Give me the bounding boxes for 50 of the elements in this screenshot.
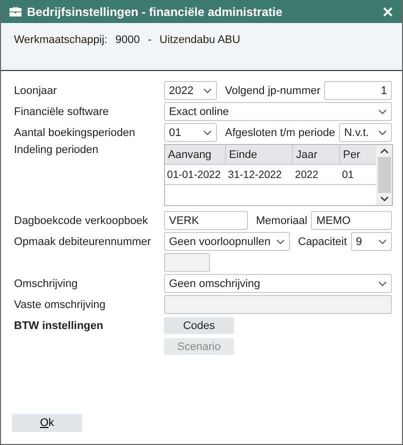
table-cell-text: 2022 <box>294 168 320 182</box>
close-button[interactable]: ✕ <box>382 4 394 20</box>
table-cell-text: 01 <box>341 168 355 182</box>
column-header: Jaar <box>293 145 340 164</box>
year-select[interactable]: 2022 <box>164 81 217 100</box>
format-select[interactable]: Geen voorloopnullen <box>164 232 290 251</box>
field-label: Financiële software <box>14 106 110 118</box>
scrollbar[interactable] <box>376 145 392 205</box>
column-header: Aanvang <box>165 145 226 164</box>
period-select[interactable]: N.v.t. <box>339 123 392 142</box>
input-field[interactable]: VERK <box>164 211 248 230</box>
field-label: Capaciteit <box>297 236 348 248</box>
company-name: Uitzendabu ABU <box>160 34 240 48</box>
section-label: BTW instellingen <box>14 320 104 332</box>
column-header: Per <box>342 148 362 162</box>
field-label: Aantal boekingsperioden <box>14 126 136 138</box>
window-title: Bedrijfsinstellingen - financiële administratie <box>27 4 284 18</box>
table-cell-text: 01-01-2022 <box>166 168 222 182</box>
chevron-down-icon <box>378 238 387 244</box>
company-code: 9000 <box>115 34 140 48</box>
capacity-select[interactable]: 9 <box>350 232 392 251</box>
field-label: Vaste omschrijving <box>14 298 106 310</box>
briefcase-icon <box>9 6 22 17</box>
field-label: Afgesloten t/m periode <box>224 126 336 138</box>
description-select[interactable]: Geen omschrijving <box>164 274 392 293</box>
field-label: Volgend jp-nummer <box>224 84 322 96</box>
chevron-down-icon <box>276 238 285 244</box>
action-button[interactable]: Codes <box>164 317 234 334</box>
field-label: Memoriaal <box>255 214 308 226</box>
ok-button[interactable]: Ok <box>12 414 82 432</box>
chevron-down-icon <box>380 196 388 202</box>
field-label: Dagboekcode verkoopboek <box>14 214 149 226</box>
field-label: Omschrijving <box>14 278 79 290</box>
chevron-down-icon <box>378 130 387 136</box>
periods-select[interactable]: 01 <box>164 123 217 142</box>
input-field[interactable]: MEMO <box>311 211 392 230</box>
chevron-down-icon <box>378 108 387 114</box>
chevron-down-icon <box>203 88 212 94</box>
software-select[interactable]: Exact online <box>164 102 392 121</box>
field-label: Indeling perioden <box>14 144 100 156</box>
separator-text: - <box>148 34 152 48</box>
company-label: Werkmaatschappij: <box>14 34 108 48</box>
chevron-up-icon <box>380 148 388 154</box>
number-field[interactable]: 1 <box>324 81 392 100</box>
chevron-down-icon <box>378 280 387 286</box>
field-label: Opmaak debiteurennummer <box>14 236 152 248</box>
column-header: Einde <box>226 145 293 164</box>
table-cell-text: 31-12-2022 <box>227 168 283 182</box>
field-label: Loonjaar <box>14 84 58 96</box>
chevron-down-icon <box>203 130 212 136</box>
